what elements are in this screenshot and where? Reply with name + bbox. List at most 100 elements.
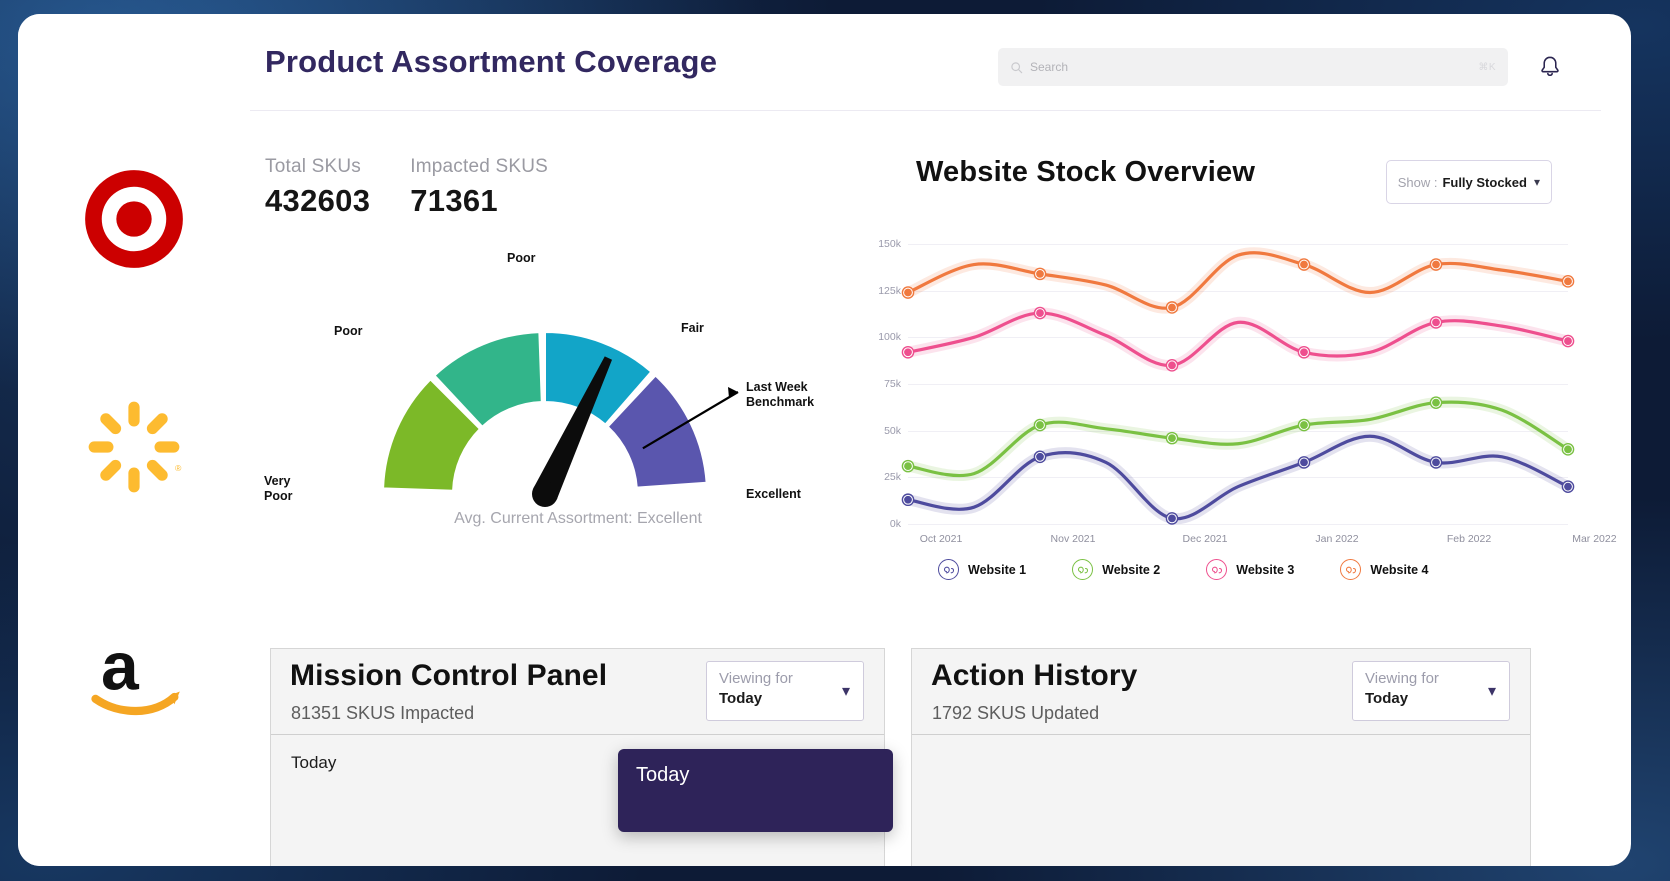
series-point[interactable]	[1300, 421, 1308, 429]
chevron-down-icon: ▾	[1487, 683, 1496, 700]
series-point[interactable]	[1564, 277, 1572, 286]
gauge-label-fair: Fair	[681, 321, 704, 335]
notification-bell-button[interactable]	[1533, 50, 1567, 84]
chart-series-svg	[901, 247, 1575, 525]
series-point[interactable]	[1300, 348, 1308, 357]
header-divider	[250, 110, 1601, 111]
dropdown-option-today[interactable]: Today	[636, 764, 875, 787]
gauge-caption: Avg. Current Assortment: Excellent	[454, 510, 702, 527]
legend-label: Website 3	[1236, 562, 1295, 577]
series-point[interactable]	[904, 495, 912, 504]
y-axis-tick: 100k	[878, 331, 901, 344]
stock-line-chart: 0k 25k 50k 75k 100k 125k 150k Oct 2021 Nov 2021 D…	[878, 238, 1616, 545]
series-point[interactable]	[1168, 303, 1176, 312]
series-point[interactable]	[1168, 361, 1176, 370]
kpi-total-skus-label: Total SKUs	[265, 156, 361, 177]
action-panel-subtitle: 1792 SKUS Updated	[932, 703, 1100, 723]
mission-panel-title: Mission Control Panel	[290, 659, 608, 692]
series-point[interactable]	[904, 288, 912, 297]
y-axis-tick: 0k	[889, 518, 901, 530]
show-filter-label: Show :	[1397, 174, 1438, 190]
walmart-logo[interactable]: ®	[79, 392, 189, 502]
legend-label: Website 1	[968, 562, 1027, 577]
page-title: Product Assortment Coverage	[265, 44, 718, 79]
stock-chart-title: Website Stock Overview	[916, 156, 1256, 188]
kpi-impacted-skus-value: 71361	[410, 183, 498, 218]
gauge-label-poor-top: Poor	[507, 251, 536, 265]
gauge-label-excellent: Excellent	[746, 487, 801, 501]
series-glow-4	[902, 247, 1574, 314]
legend-label: Website 4	[1370, 562, 1429, 577]
legend-swirl-icon	[1340, 559, 1362, 580]
series-point[interactable]	[1564, 482, 1572, 491]
gauge-label-poor-left: Poor	[334, 324, 363, 338]
search-bar[interactable]: ⌘K	[998, 48, 1508, 86]
series-point[interactable]	[1300, 260, 1308, 269]
legend-swirl-icon	[938, 559, 959, 580]
legend-swirl-icon	[1072, 559, 1094, 580]
action-panel-body	[912, 735, 1530, 771]
series-point[interactable]	[1168, 514, 1176, 523]
series-point[interactable]	[1036, 421, 1044, 429]
x-axis-tick: Nov 2021	[1050, 533, 1096, 545]
gauge-label-very-poor: Very Poor	[264, 474, 293, 503]
gauge-needle-hub	[532, 481, 558, 507]
series-point[interactable]	[904, 462, 912, 471]
chart-legend: Website 1 Website 2 Website 3 Website 4	[938, 559, 1429, 580]
show-filter-dropdown[interactable]: Show : Fully Stocked ▾	[1385, 160, 1552, 204]
legend-item-1[interactable]: Website 1	[938, 559, 1026, 580]
notification-bell-icon	[1541, 56, 1559, 76]
kpi-total-skus-value: 432603	[265, 183, 371, 218]
header: Product Assortment Coverage ⌘K	[250, 14, 1631, 110]
sidebar: ® a	[18, 14, 250, 866]
target-logo[interactable]	[79, 164, 189, 274]
kpi-impacted-skus-label: Impacted SKUS	[410, 156, 549, 177]
show-filter-value: Fully Stocked	[1442, 174, 1527, 190]
chart-gridline	[908, 524, 1568, 525]
mission-panel-subtitle: 81351 SKUS Impacted	[291, 703, 475, 723]
series-point[interactable]	[1432, 398, 1440, 407]
svg-text:®: ®	[175, 463, 182, 473]
series-point[interactable]	[904, 348, 912, 357]
mission-viewing-label: Viewing for	[719, 670, 793, 687]
series-point[interactable]	[1300, 458, 1308, 467]
x-axis-tick: Mar 2022	[1572, 533, 1617, 545]
action-panel-title: Action History	[931, 659, 1138, 692]
legend-item-3[interactable]: Website 3	[1206, 559, 1294, 580]
viewing-for-dropdown-menu[interactable]: Today	[618, 749, 893, 832]
series-point[interactable]	[1564, 337, 1572, 345]
legend-label: Website 2	[1102, 562, 1161, 577]
chevron-down-icon: ▾	[1533, 175, 1540, 189]
action-history-panel: Action History 1792 SKUS Updated Viewing…	[911, 648, 1531, 866]
mission-viewing-value: Today	[719, 690, 763, 708]
assortment-gauge: Very Poor Poor Poor Fair Excellent Last …	[258, 242, 898, 552]
amazon-logo[interactable]: a	[79, 620, 189, 730]
benchmark-arrowhead	[728, 387, 738, 398]
mission-panel-header: Mission Control Panel 81351 SKUS Impacte…	[271, 649, 884, 735]
kpi-row: Total SKUs 432603 Impacted SKUS 71361	[265, 156, 548, 219]
legend-swirl-icon	[1206, 559, 1228, 580]
y-axis-tick: 150k	[878, 238, 901, 250]
series-point[interactable]	[1564, 445, 1572, 454]
action-viewing-for-dropdown[interactable]: Viewing for Today ▾	[1352, 661, 1510, 721]
chevron-down-icon: ▾	[841, 683, 850, 700]
series-point[interactable]	[1432, 458, 1440, 467]
x-axis-tick: Feb 2022	[1446, 533, 1492, 545]
search-input[interactable]	[1030, 60, 1479, 74]
series-point[interactable]	[1036, 269, 1044, 278]
action-viewing-label: Viewing for	[1365, 670, 1439, 687]
x-axis-tick: Dec 2021	[1182, 533, 1228, 545]
legend-item-4[interactable]: Website 4	[1340, 559, 1429, 580]
series-point[interactable]	[1168, 434, 1176, 443]
y-axis-tick: 25k	[884, 471, 901, 484]
action-viewing-value: Today	[1365, 690, 1409, 708]
legend-item-2[interactable]: Website 2	[1072, 559, 1160, 580]
series-point[interactable]	[1432, 260, 1440, 269]
kpi-impacted-skus: Impacted SKUS 71361	[410, 156, 548, 219]
series-point[interactable]	[1432, 318, 1440, 327]
website-stock-overview-panel: Website Stock Overview Show : Fully Stoc…	[878, 144, 1617, 614]
series-point[interactable]	[1036, 452, 1044, 461]
series-point[interactable]	[1036, 309, 1044, 317]
kpi-total-skus: Total SKUs 432603	[265, 156, 370, 219]
mission-viewing-for-dropdown[interactable]: Viewing for Today ▾	[706, 661, 864, 721]
